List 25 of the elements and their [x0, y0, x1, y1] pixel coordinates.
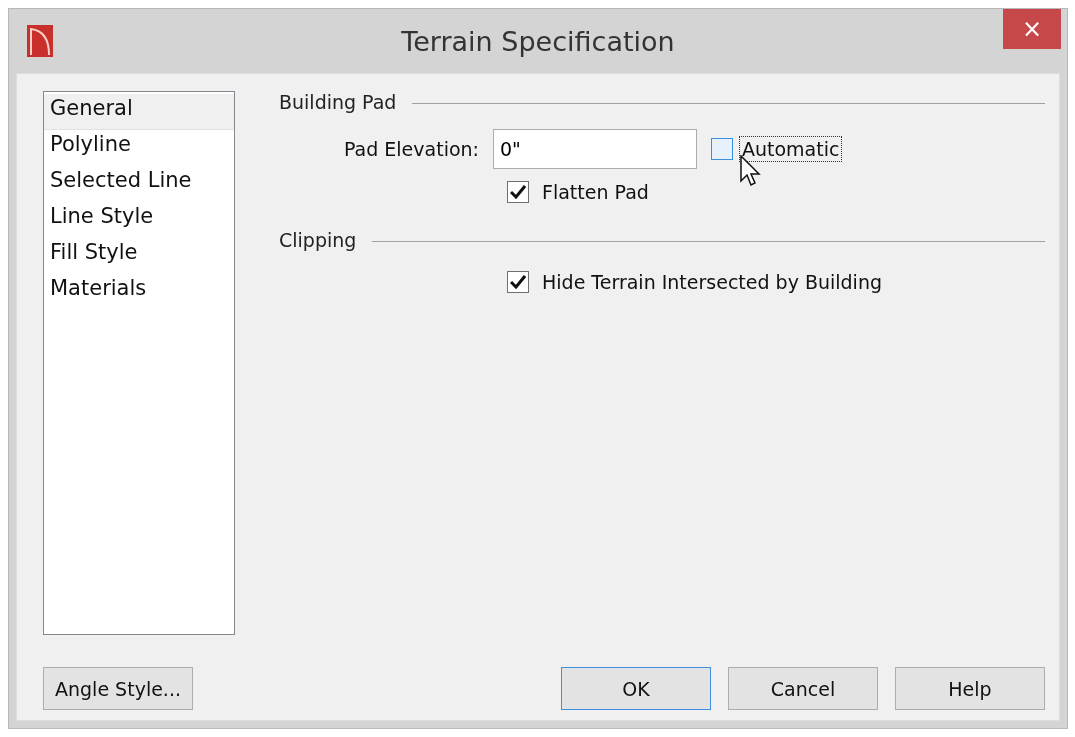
category-item[interactable]: Fill Style [44, 238, 234, 274]
cursor-icon [739, 155, 763, 189]
section-title: Clipping [279, 229, 357, 251]
dialog-button[interactable]: OK [561, 667, 711, 710]
category-item[interactable]: General [44, 94, 234, 130]
category-item[interactable]: Selected Line [44, 166, 234, 202]
category-item[interactable]: Polyline [44, 130, 234, 166]
angle-style-button[interactable]: Angle Style... [43, 667, 193, 710]
checkbox[interactable] [507, 181, 529, 203]
window-title: Terrain Specification [401, 25, 676, 57]
checkbox[interactable] [507, 271, 529, 293]
checkbox-label[interactable]: Flatten Pad [539, 179, 652, 205]
checkbox[interactable] [711, 138, 733, 160]
check-icon [510, 185, 526, 199]
checkbox-label[interactable]: Hide Terrain Intersected by Building [539, 269, 885, 295]
close-button[interactable]: × [1003, 9, 1061, 49]
category-item[interactable]: Materials [44, 274, 234, 310]
category-item[interactable]: Line Style [44, 202, 234, 238]
field-label: Pad Elevation: [343, 138, 480, 160]
dialog-button[interactable]: Help [895, 667, 1045, 710]
app-logo-icon [27, 25, 53, 57]
pad-elevation-field[interactable]: 0" [493, 129, 697, 169]
check-icon [510, 275, 526, 289]
section-title: Building Pad [279, 91, 397, 113]
dialog-button[interactable]: Cancel [728, 667, 878, 710]
